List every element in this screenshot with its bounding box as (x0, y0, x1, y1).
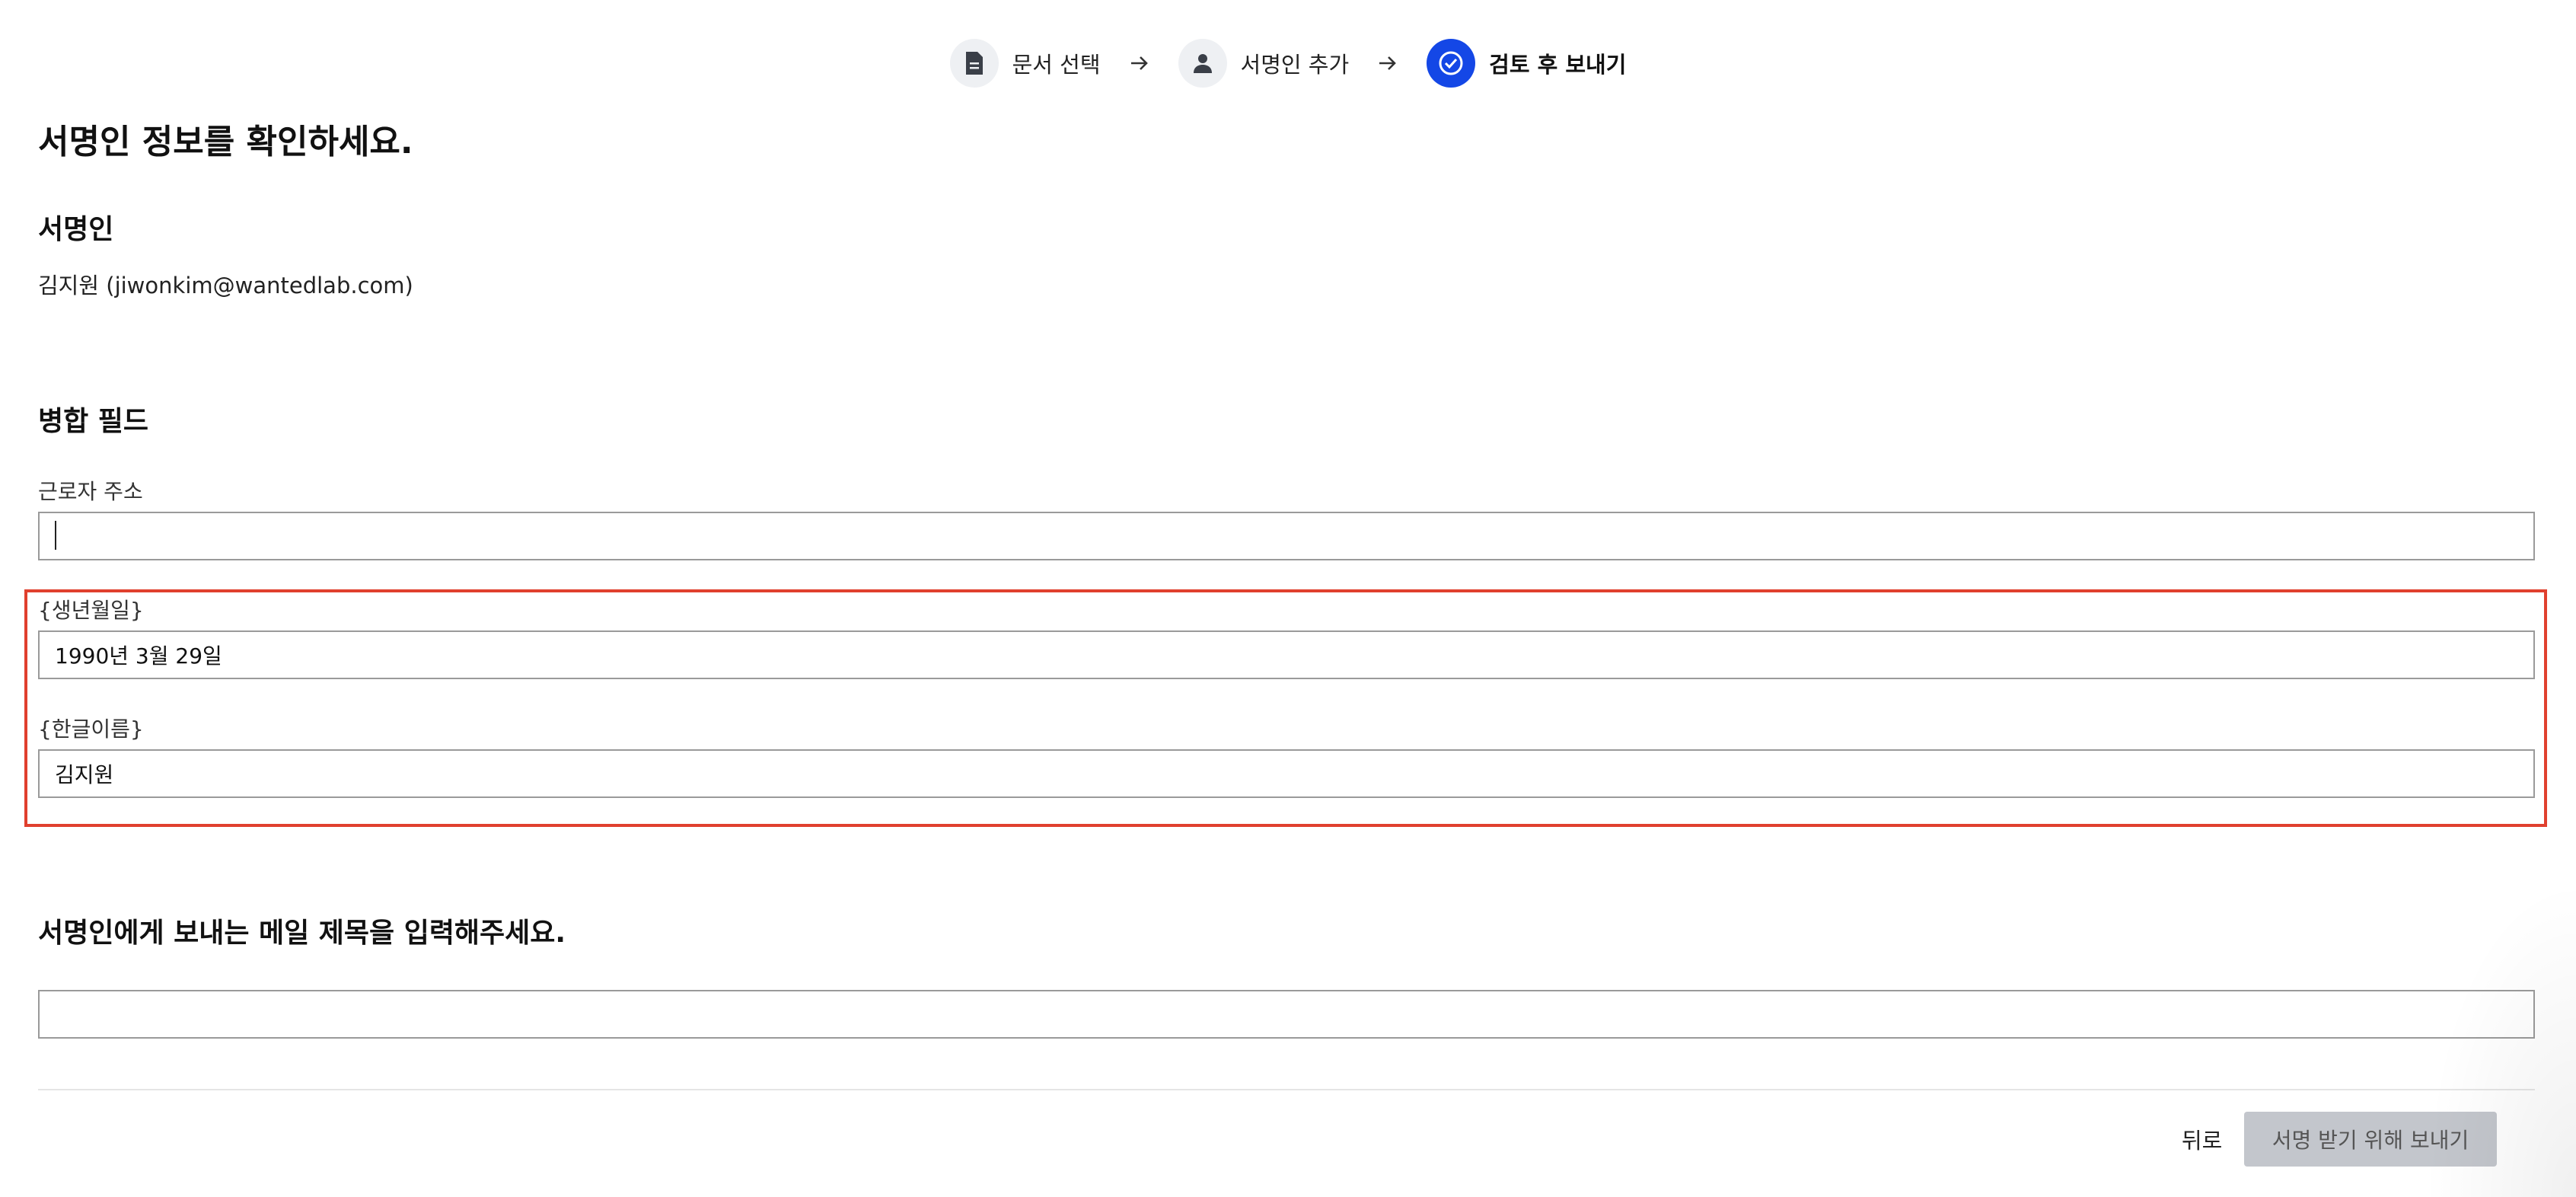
step-review-send[interactable]: 검토 후 보내기 (1427, 39, 1626, 88)
email-subject-heading: 서명인에게 보내는 메일 제목을 입력해주세요. (38, 918, 566, 949)
step-select-document[interactable]: 문서 선택 (949, 39, 1101, 88)
address-input[interactable] (38, 512, 2535, 560)
korean-name-input[interactable] (38, 749, 2535, 798)
check-icon (1427, 39, 1476, 88)
step-label: 검토 후 보내기 (1489, 52, 1627, 78)
document-icon (949, 39, 999, 88)
field-label-birthdate: {생년월일} (38, 598, 144, 623)
step-label: 서명인 추가 (1240, 52, 1350, 78)
page-title: 서명인 정보를 확인하세요. (38, 123, 413, 161)
person-icon (1178, 39, 1227, 88)
arrow-right-icon (1128, 52, 1151, 75)
birthdate-input[interactable] (38, 630, 2535, 679)
back-button[interactable]: 뒤로 (2160, 1112, 2243, 1167)
footer-divider (38, 1089, 2535, 1090)
step-add-signer[interactable]: 서명인 추가 (1178, 39, 1350, 88)
address-field-wrapper (38, 512, 2535, 560)
merge-fields-heading: 병합 필드 (38, 406, 149, 437)
step-label: 문서 선택 (1012, 52, 1101, 78)
signer-info: 김지원 (jiwonkim@wantedlab.com) (38, 273, 413, 298)
corner-shadow (2424, 877, 2576, 1197)
text-cursor (55, 521, 56, 550)
field-label-address: 근로자 주소 (38, 479, 143, 504)
arrow-right-icon (1376, 52, 1399, 75)
field-label-korean-name: {한글이름} (38, 717, 144, 742)
signer-heading: 서명인 (38, 214, 114, 245)
progress-stepper: 문서 선택 서명인 추가 검토 후 보내기 (0, 34, 2576, 93)
email-subject-input[interactable] (38, 990, 2535, 1039)
